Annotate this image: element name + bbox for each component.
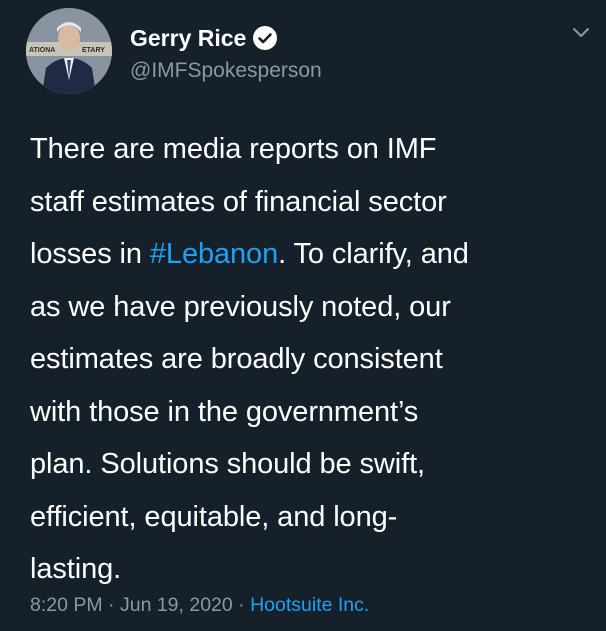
tweet-source-link[interactable]: Hootsuite Inc. xyxy=(250,594,369,616)
hashtag-link[interactable]: #Lebanon xyxy=(150,238,278,270)
tweet-time[interactable]: 8:20 PM xyxy=(30,594,103,616)
display-name[interactable]: Gerry Rice xyxy=(130,24,246,52)
verified-badge-icon xyxy=(252,25,278,51)
avatar-banner-right: ETARY xyxy=(82,47,105,54)
tweet-line: staff estimates of financial sector xyxy=(30,185,447,218)
avatar-banner-left: ATIONA xyxy=(29,47,55,54)
tweet-date[interactable]: Jun 19, 2020 xyxy=(120,594,233,616)
tweet-line: . To clarify, and xyxy=(278,238,469,270)
avatar[interactable]: ATIONA ETARY xyxy=(26,8,112,94)
meta-separator: · xyxy=(102,594,120,616)
tweet-line: losses in xyxy=(30,238,150,270)
chevron-down-icon[interactable] xyxy=(570,22,592,44)
tweet-line: estimates are broadly consistent xyxy=(30,343,443,375)
avatar-photo: ATIONA ETARY xyxy=(26,8,112,94)
meta-separator: · xyxy=(232,594,251,616)
tweet-line: lasting. xyxy=(30,553,122,585)
tweet-line: with those in the government’s xyxy=(30,395,419,428)
author-handle[interactable]: @IMFSpokesperson xyxy=(130,58,322,84)
tweet-meta: 8:20 PM · Jun 19, 2020 · Hootsuite Inc. xyxy=(30,592,369,618)
tweet-card: ATIONA ETARY Gerry Rice @IMFSpokesperson… xyxy=(0,0,606,631)
tweet-line: There are media reports on IMF xyxy=(30,133,437,165)
author-name-row: Gerry Rice xyxy=(130,24,278,52)
tweet-text: There are media reports on IMF staff est… xyxy=(30,123,590,596)
tweet-line: efficient, equitable, and long- xyxy=(30,500,398,533)
tweet-line: plan. Solutions should be swift, xyxy=(30,448,425,480)
tweet-line: as we have previously noted, our xyxy=(30,290,451,323)
